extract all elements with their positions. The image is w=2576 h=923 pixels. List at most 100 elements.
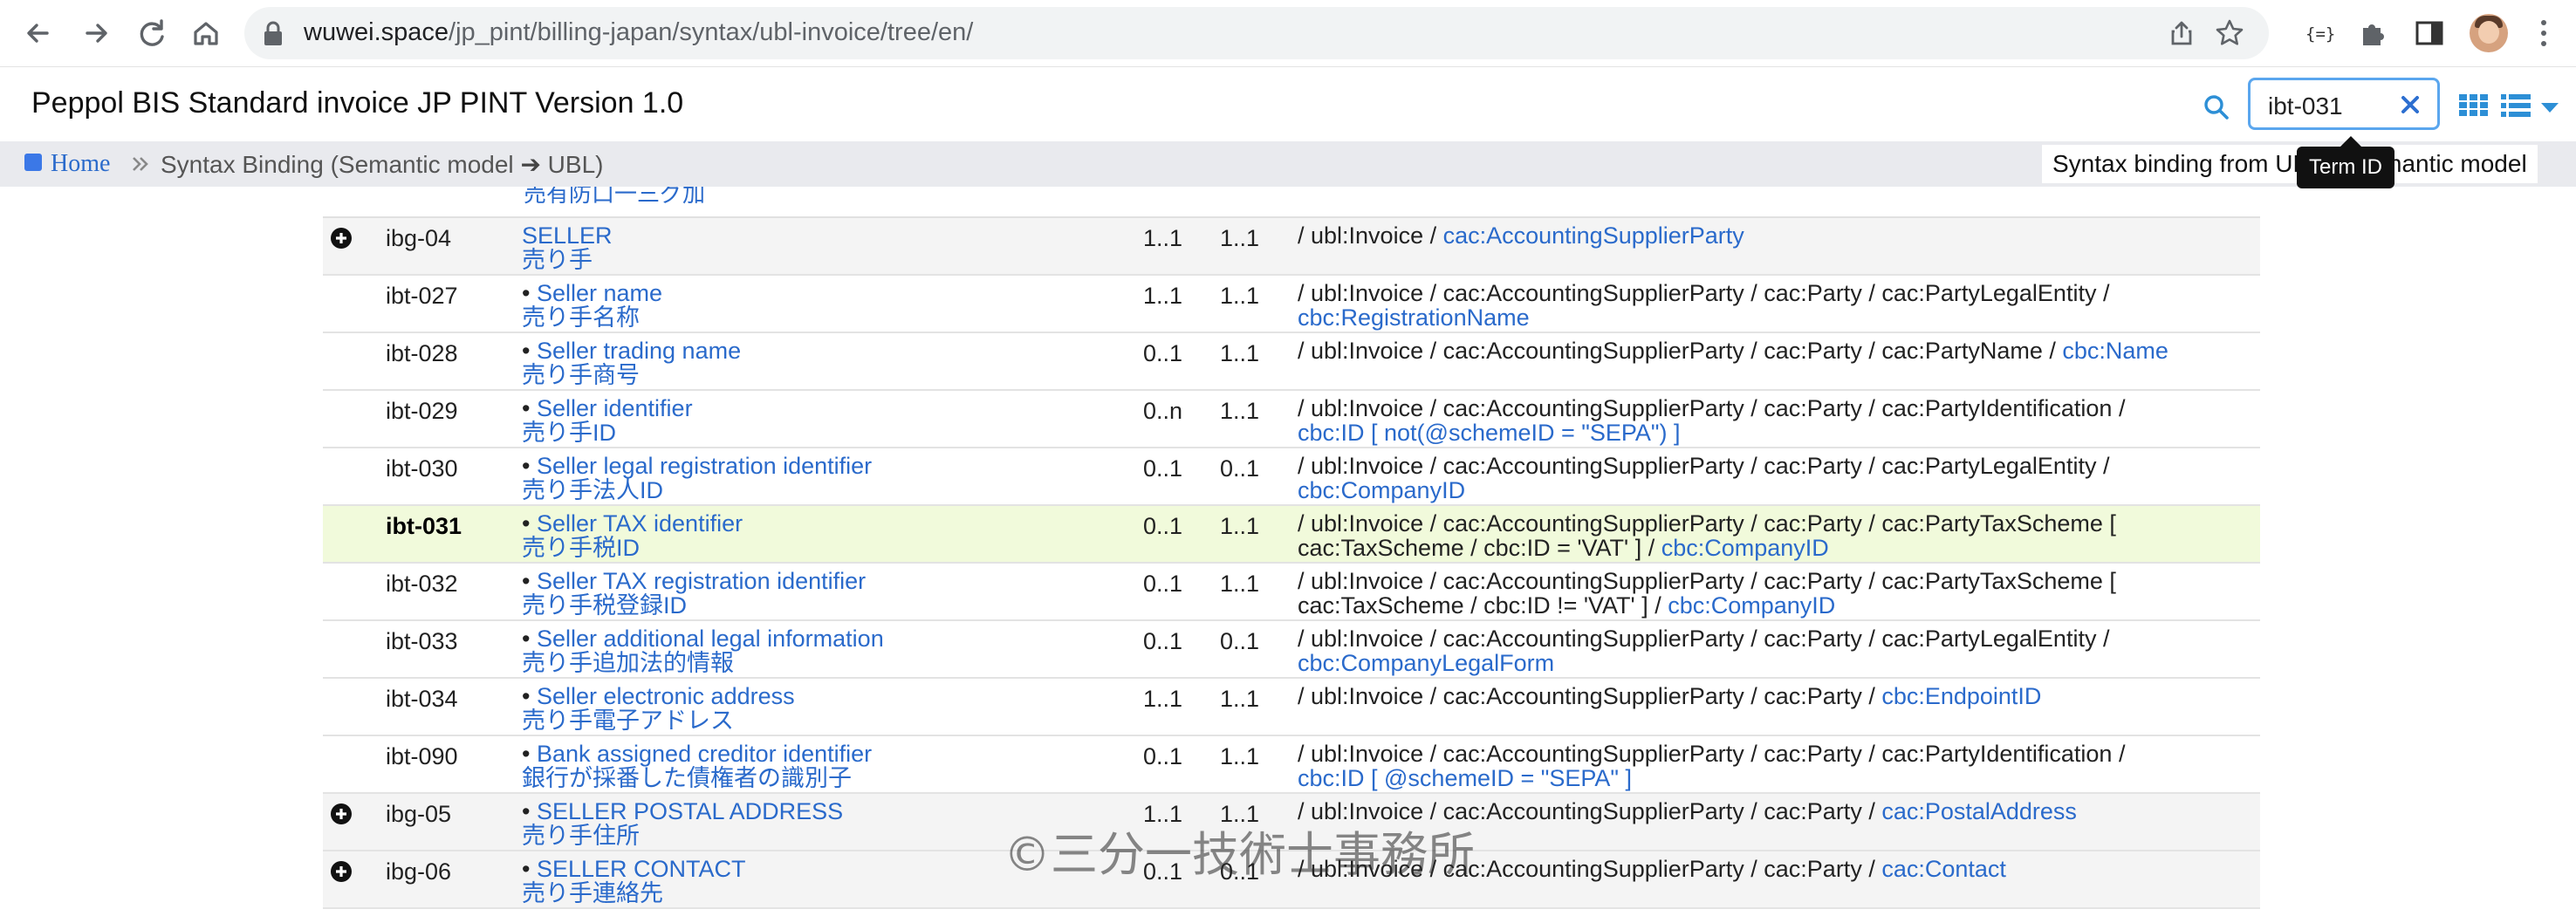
xpath-link-line2[interactable]: cbc:ID [ not(@schemeID = "SEPA") ]: [1298, 420, 1680, 446]
term-name-ja-link[interactable]: 売り手住所: [522, 823, 640, 849]
breadcrumb-current: Syntax Binding (Semantic model ➔ UBL): [161, 151, 604, 178]
term-name-ja-link[interactable]: 売り手税ID: [522, 535, 640, 561]
search-input[interactable]: [2268, 92, 2399, 120]
table-row[interactable]: ibt-033 • Seller additional legal informa…: [323, 621, 2260, 679]
xpath-link-line2[interactable]: cbc:ID [ @schemeID = "SEPA" ]: [1298, 765, 1632, 791]
json-extension-icon[interactable]: {=}: [2304, 16, 2339, 51]
bullet: •: [522, 741, 531, 767]
term-name-ja-link[interactable]: 売り手追加法的情報: [522, 650, 734, 676]
term-name-en-link[interactable]: Seller trading name: [537, 338, 741, 364]
table-row[interactable]: ibt-031 • Seller TAX identifier 売り手税ID 0..1…: [323, 506, 2260, 564]
xpath-link[interactable]: cac:PostalAddress: [1881, 798, 2077, 824]
breadcrumb-home-link[interactable]: Home: [51, 150, 110, 178]
term-name-ja-link[interactable]: 売り手名称: [522, 304, 640, 331]
term-name-ja-link[interactable]: 売り手ID: [522, 420, 616, 446]
xpath-link[interactable]: cac:AccountingSupplierParty: [1443, 222, 1744, 249]
term-name-ja-link[interactable]: 売り手連絡先: [522, 880, 663, 906]
term-name-ja-link[interactable]: 売り手税登録ID: [522, 592, 687, 619]
home-icon[interactable]: [185, 12, 227, 54]
xpath: / ubl:Invoice / cac:AccountingSupplierPa…: [1298, 569, 2257, 618]
term-name-ja-link[interactable]: 売り手商号: [522, 362, 640, 388]
xpath-link[interactable]: cac:Contact: [1881, 856, 2006, 882]
term-names: • Bank assigned creditor identifier 銀行が採番…: [522, 742, 872, 790]
xpath-link[interactable]: cbc:Name: [2062, 338, 2168, 364]
term-name-en-link[interactable]: SELLER: [522, 222, 613, 249]
search-field[interactable]: [2248, 78, 2440, 130]
table-row[interactable]: ibt-030 • Seller legal registration ident…: [323, 448, 2260, 506]
term-name-ja-link[interactable]: 銀行が採番した債権者の識別子: [522, 765, 852, 791]
browser-menu-icon[interactable]: [2535, 16, 2552, 51]
table-row[interactable]: ibt-034 • Seller electronic address 売り手電子ア…: [323, 679, 2260, 736]
xpath-link-line2[interactable]: cbc:RegistrationName: [1298, 304, 1530, 331]
term-id: ibg-04: [386, 225, 452, 251]
profile-avatar[interactable]: [2470, 14, 2508, 52]
term-name-en-link[interactable]: Seller legal registration identifier: [537, 453, 872, 479]
term-name-en-link[interactable]: SELLER POSTAL ADDRESS: [537, 798, 843, 824]
bullet: •: [522, 626, 531, 652]
xpath-text: / ubl:Invoice / cac:AccountingSupplierPa…: [1298, 741, 2126, 767]
table-row[interactable]: ibt-027 • Seller name 売り手名称 1..1 1..1 / ubl:I…: [323, 276, 2260, 333]
term-name-ja-link[interactable]: 売り手法人ID: [522, 477, 663, 503]
partial-next-row: [323, 914, 2260, 923]
expand-plus-icon[interactable]: [330, 860, 353, 887]
term-name-en-link[interactable]: Seller identifier: [537, 395, 693, 421]
clear-search-icon[interactable]: [2399, 93, 2422, 120]
back-arrow-icon[interactable]: [17, 12, 59, 54]
xpath: / ubl:Invoice / cac:AccountingSupplierPa…: [1298, 223, 2257, 248]
xpath-link-line2[interactable]: cbc:CompanyLegalForm: [1298, 650, 1554, 676]
term-name-ja-link[interactable]: 売り手: [522, 247, 593, 273]
bullet: •: [522, 510, 531, 537]
term-name-en-link[interactable]: Seller TAX registration identifier: [537, 568, 866, 594]
syntax-cardinality: 1..1: [1220, 225, 1260, 251]
term-id: ibt-033: [386, 628, 458, 654]
term-names: • Seller trading name 売り手商号: [522, 338, 741, 387]
search-icon[interactable]: [2203, 93, 2230, 126]
term-id: ibt-027: [386, 283, 458, 309]
term-name-en-link[interactable]: Seller name: [537, 280, 662, 306]
url-text[interactable]: wuwei.space/jp_pint/billing-japan/syntax…: [304, 18, 973, 47]
term-name-en-link[interactable]: Seller TAX identifier: [537, 510, 743, 537]
table-row[interactable]: ibt-028 • Seller trading name 売り手商号 0..1 1..…: [323, 333, 2260, 391]
term-id: ibt-034: [386, 686, 458, 712]
share-icon[interactable]: [2168, 19, 2196, 47]
table-row[interactable]: ibt-032 • Seller TAX registration identif…: [323, 564, 2260, 621]
view-dropdown-caret-icon[interactable]: [2541, 102, 2559, 118]
watermark: ©三分一技術士事務所: [1004, 827, 1475, 882]
xpath-text: / ubl:Invoice / cac:AccountingSupplierPa…: [1298, 453, 2110, 479]
term-names: SELLER 売り手: [522, 223, 613, 272]
bullet: •: [522, 568, 531, 594]
reload-icon[interactable]: [131, 12, 173, 54]
term-names: • Seller electronic address 売り手電子アドレス: [522, 684, 795, 733]
table-row[interactable]: ibg-04 SELLER 売り手 1..1 1..1 / ubl:Invoice / c…: [323, 218, 2260, 276]
list-view-icon[interactable]: [2501, 94, 2531, 121]
address-bar[interactable]: wuwei.space/jp_pint/billing-japan/syntax…: [244, 7, 2269, 59]
xpath-text: / ubl:Invoice /: [1298, 222, 1443, 249]
bullet: •: [522, 683, 531, 709]
lock-icon[interactable]: [262, 21, 284, 47]
xpath-link-line2[interactable]: cbc:CompanyID: [1298, 477, 1465, 503]
expand-plus-icon[interactable]: [330, 803, 353, 830]
xpath-link-line2[interactable]: cbc:CompanyID: [1668, 592, 1835, 619]
term-names: • SELLER CONTACT 売り手連絡先: [522, 857, 746, 906]
term-name-en-link[interactable]: Seller electronic address: [537, 683, 795, 709]
xpath-link[interactable]: cbc:EndpointID: [1881, 683, 2041, 709]
xpath-link-line2[interactable]: cbc:CompanyID: [1661, 535, 1829, 561]
breadcrumb: Home Syntax Binding (Semantic model ➔ UB…: [0, 141, 2576, 187]
home-square-icon[interactable]: [24, 154, 42, 171]
term-name-ja-link[interactable]: 売り手電子アドレス: [522, 708, 734, 734]
syntax-cardinality: 1..1: [1220, 340, 1260, 366]
side-panel-icon[interactable]: [2412, 16, 2447, 51]
term-names: • Seller identifier 売り手ID: [522, 396, 693, 445]
term-name-en-link[interactable]: SELLER CONTACT: [537, 856, 746, 882]
term-id: ibt-029: [386, 398, 458, 424]
expand-plus-icon[interactable]: [330, 227, 353, 254]
forward-arrow-icon[interactable]: [75, 12, 117, 54]
table-row[interactable]: ibt-029 • Seller identifier 売り手ID 0..n 1..1 /…: [323, 391, 2260, 448]
table-row[interactable]: ibt-090 • Bank assigned creditor identifi…: [323, 736, 2260, 794]
bookmark-star-icon[interactable]: [2215, 18, 2244, 48]
term-name-en-link[interactable]: Bank assigned creditor identifier: [537, 741, 872, 767]
semantic-cardinality: 0..1: [1143, 743, 1183, 769]
grid-view-icon[interactable]: [2459, 94, 2489, 121]
extensions-puzzle-icon[interactable]: [2356, 16, 2391, 51]
term-name-en-link[interactable]: Seller additional legal information: [537, 626, 884, 652]
